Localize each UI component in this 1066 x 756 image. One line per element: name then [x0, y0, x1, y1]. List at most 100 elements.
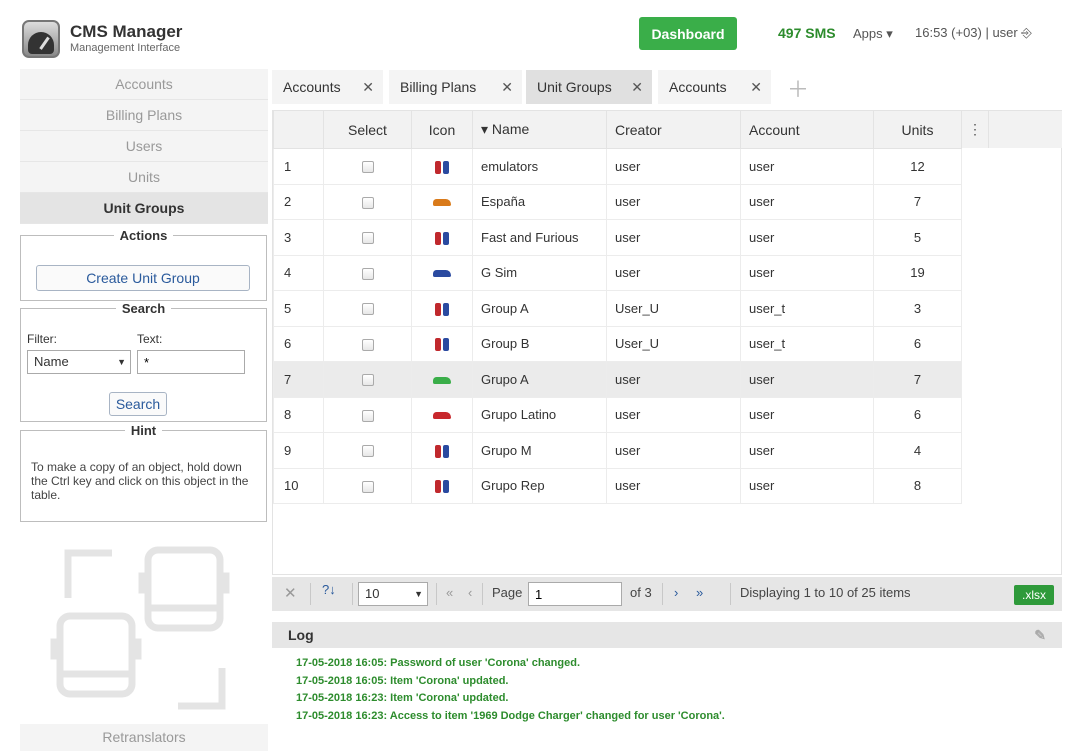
- clear-filter-icon[interactable]: ✕: [284, 584, 297, 602]
- tab-accounts-2[interactable]: Accounts ✕: [658, 70, 771, 104]
- select-cell[interactable]: [323, 219, 412, 256]
- select-checkbox[interactable]: [361, 161, 374, 174]
- tab-label: Accounts: [283, 79, 341, 95]
- table-body: 1 emulators user user 12 2 España user user 7 3 Fas…: [273, 148, 962, 504]
- row-index: 4: [273, 254, 324, 291]
- creator-cell: user: [606, 254, 741, 291]
- tab-billing-plans[interactable]: Billing Plans ✕: [389, 70, 522, 104]
- name-cell[interactable]: Grupo A: [472, 361, 607, 398]
- tab-label: Billing Plans: [400, 79, 477, 95]
- tab-label: Unit Groups: [537, 79, 612, 95]
- units-cell: 19: [873, 254, 962, 291]
- select-cell[interactable]: [323, 254, 412, 291]
- select-cell[interactable]: [323, 290, 412, 327]
- name-cell[interactable]: Group A: [472, 290, 607, 327]
- select-checkbox[interactable]: [361, 232, 374, 245]
- eraser-icon[interactable]: ✎: [1034, 622, 1046, 648]
- first-page-icon[interactable]: «: [446, 585, 453, 600]
- select-cell[interactable]: [323, 325, 412, 362]
- col-header-account[interactable]: Account: [740, 110, 874, 149]
- close-icon[interactable]: ✕: [750, 70, 762, 104]
- table-row[interactable]: 7 Grupo Auser user 7: [273, 361, 962, 398]
- select-cell[interactable]: [323, 183, 412, 220]
- select-cell[interactable]: [323, 396, 412, 433]
- select-checkbox[interactable]: [361, 338, 374, 351]
- sidebar-item-units[interactable]: Units: [20, 162, 268, 193]
- page-number-input[interactable]: [528, 582, 622, 606]
- column-menu-icon[interactable]: ⋮: [962, 110, 989, 148]
- sidebar-item-billing-plans[interactable]: Billing Plans: [20, 100, 268, 131]
- sidebar-item-users[interactable]: Users: [20, 131, 268, 162]
- car-icon: [433, 199, 451, 207]
- export-xlsx-button[interactable]: .xlsx: [1014, 585, 1054, 605]
- table-row[interactable]: 1 emulators user user 12: [273, 148, 962, 185]
- phones-icon: [434, 230, 450, 245]
- table-row[interactable]: 4G Sim user user 19: [273, 254, 962, 291]
- units-cell: 7: [873, 361, 962, 398]
- page-size-select[interactable]: 10 ▼: [358, 582, 428, 606]
- filter-select[interactable]: Name ▼: [27, 350, 131, 374]
- name-cell[interactable]: Fast and Furious: [472, 219, 607, 256]
- name-cell[interactable]: Grupo M: [472, 432, 607, 469]
- close-icon[interactable]: ✕: [501, 70, 513, 104]
- search-text-input[interactable]: [137, 350, 245, 374]
- col-header-units[interactable]: Units: [873, 110, 962, 149]
- apps-menu[interactable]: Apps ▾: [853, 26, 893, 42]
- next-page-icon[interactable]: ›: [674, 585, 678, 600]
- table-row[interactable]: 5 Group A User_U user_t 3: [273, 290, 962, 327]
- sms-counter[interactable]: 497 SMS: [778, 25, 836, 41]
- select-cell[interactable]: [323, 467, 412, 504]
- name-cell[interactable]: Grupo Latino: [472, 396, 607, 433]
- creator-cell: User_U: [606, 325, 741, 362]
- time-user-info[interactable]: 16:53 (+03) | user ⎆: [915, 25, 1032, 41]
- name-cell[interactable]: España: [472, 183, 607, 220]
- close-icon[interactable]: ✕: [362, 70, 374, 104]
- log-line: 17-05-2018 16:23: Access to item '1969 D…: [296, 709, 725, 722]
- table-row[interactable]: 3 Fast and Furious user user 5: [273, 219, 962, 256]
- create-unit-group-button[interactable]: Create Unit Group: [36, 265, 250, 291]
- col-header-creator[interactable]: Creator: [606, 110, 741, 149]
- col-header-name[interactable]: ▾ Name: [472, 110, 607, 149]
- phones-icon: [434, 336, 450, 352]
- tab-accounts[interactable]: Accounts ✕: [272, 70, 383, 104]
- sidebar-item-retranslators[interactable]: Retranslators: [20, 724, 268, 751]
- name-cell[interactable]: Grupo Rep: [472, 467, 607, 504]
- sidebar-item-unit-groups[interactable]: Unit Groups: [20, 193, 268, 224]
- name-cell[interactable]: Group B: [472, 325, 607, 362]
- select-checkbox[interactable]: [361, 480, 374, 493]
- select-checkbox[interactable]: [361, 303, 374, 316]
- table-row[interactable]: 8 Grupo Latino user user 6: [273, 396, 962, 433]
- units-cell: 4: [873, 432, 962, 469]
- select-cell[interactable]: [323, 148, 412, 185]
- table-row[interactable]: 10 Grupo Rep user user 8: [273, 467, 962, 504]
- app-logo-icon: [22, 20, 60, 58]
- tab-unit-groups[interactable]: Unit Groups ✕: [526, 70, 652, 104]
- column-settings-icon[interactable]: ?↓: [322, 582, 336, 597]
- prev-page-icon[interactable]: ‹: [468, 585, 472, 600]
- select-cell[interactable]: [323, 361, 412, 398]
- select-checkbox[interactable]: [361, 409, 374, 422]
- select-cell[interactable]: [323, 432, 412, 469]
- log-line: 17-05-2018 16:05: Item 'Corona' updated.: [296, 674, 509, 687]
- creator-cell: User_U: [606, 290, 741, 327]
- col-header-icon[interactable]: Icon: [411, 110, 473, 149]
- name-cell[interactable]: emulators: [472, 148, 607, 185]
- select-checkbox[interactable]: [361, 196, 374, 209]
- sidebar-item-accounts[interactable]: Accounts: [20, 69, 268, 100]
- select-checkbox[interactable]: [361, 445, 374, 458]
- table-row[interactable]: 6 Group B User_U user_t 6: [273, 325, 962, 362]
- phones-icon: [434, 301, 450, 316]
- name-cell[interactable]: G Sim: [472, 254, 607, 291]
- add-tab-icon[interactable]: ＋: [787, 72, 809, 104]
- search-button[interactable]: Search: [109, 392, 167, 416]
- col-header-select[interactable]: Select: [323, 110, 412, 149]
- close-icon[interactable]: ✕: [631, 70, 643, 104]
- select-checkbox[interactable]: [361, 267, 374, 280]
- table-row[interactable]: 2 España user user 7: [273, 183, 962, 220]
- dashboard-button[interactable]: Dashboard: [639, 17, 737, 50]
- select-checkbox[interactable]: [361, 374, 374, 387]
- icon-cell: [411, 467, 473, 504]
- table-row[interactable]: 9 Grupo Muser user 4: [273, 432, 962, 469]
- creator-cell: user: [606, 148, 741, 185]
- last-page-icon[interactable]: »: [696, 585, 703, 600]
